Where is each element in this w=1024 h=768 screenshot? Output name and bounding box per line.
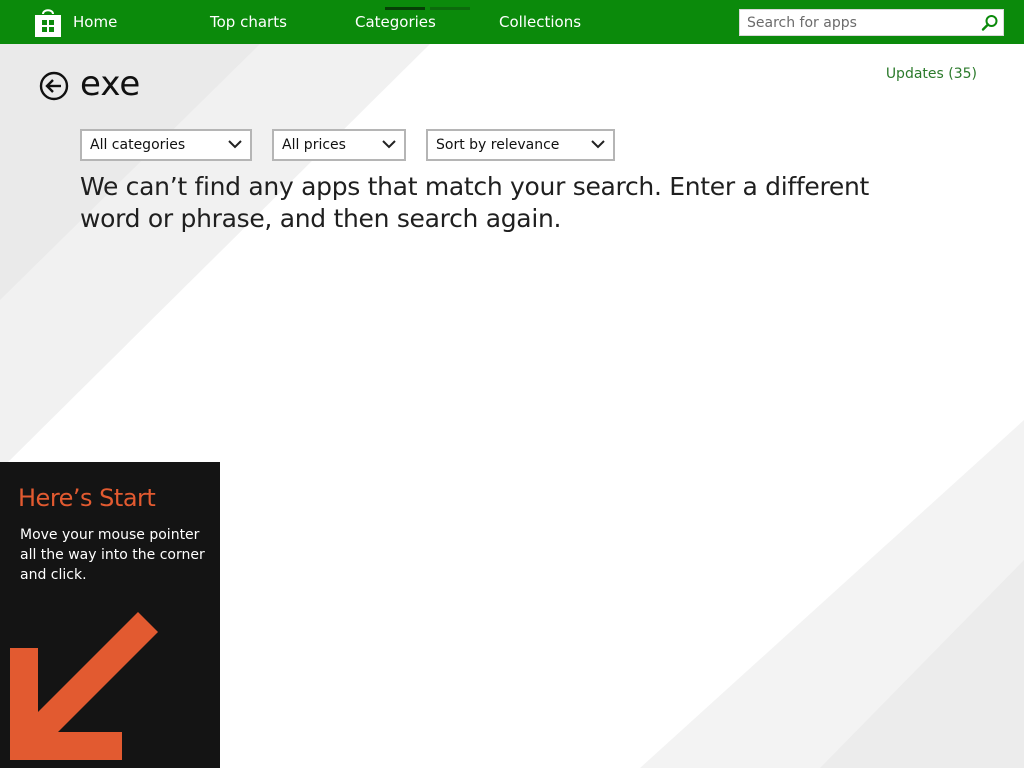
sort-value: Sort by relevance <box>436 137 560 153</box>
category-filter-value: All categories <box>90 137 186 153</box>
chevron-down-icon <box>228 140 242 149</box>
no-results-message: We can’t find any apps that match your s… <box>80 172 870 233</box>
nav-top-charts[interactable]: Top charts <box>210 0 287 44</box>
page-title: exe <box>80 64 141 104</box>
chevron-down-icon <box>382 140 396 149</box>
start-tip-text: Move your mouse pointer all the way into… <box>20 527 205 583</box>
price-filter-dropdown[interactable]: All prices <box>272 129 406 161</box>
nav-collections[interactable]: Collections <box>499 0 581 44</box>
store-bag-icon[interactable] <box>34 6 62 38</box>
start-tip-title: Here’s Start <box>18 484 156 512</box>
start-tip-panel: Here’s Start Move your mouse pointer all… <box>0 462 220 768</box>
category-filter-dropdown[interactable]: All categories <box>80 129 252 161</box>
updates-link[interactable]: Updates (35) <box>886 66 977 82</box>
nav-indicator <box>430 7 470 10</box>
back-arrow-icon[interactable] <box>39 71 69 101</box>
nav-home[interactable]: Home <box>73 0 117 44</box>
corner-arrow-icon <box>10 612 158 760</box>
top-app-bar: Home Top charts Categories Collections <box>0 0 1024 44</box>
chevron-down-icon <box>591 140 605 149</box>
price-filter-value: All prices <box>282 137 346 153</box>
search-icon[interactable] <box>981 14 999 32</box>
nav-indicator <box>385 7 425 10</box>
search-box <box>739 9 1004 36</box>
search-input[interactable] <box>740 10 975 35</box>
sort-dropdown[interactable]: Sort by relevance <box>426 129 615 161</box>
